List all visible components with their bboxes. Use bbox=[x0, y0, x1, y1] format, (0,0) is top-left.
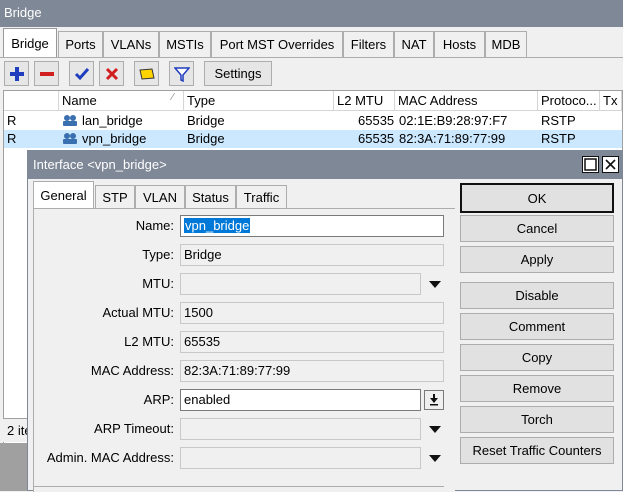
l2mtu-label: L2 MTU: bbox=[124, 334, 174, 349]
row-protocol: RSTP bbox=[541, 113, 576, 128]
bridge-icon bbox=[62, 114, 78, 130]
close-button[interactable] bbox=[602, 156, 619, 173]
window-title: Bridge bbox=[0, 0, 623, 27]
comment-button[interactable] bbox=[134, 61, 159, 86]
mac-address-field: 82:3A:71:89:77:99 bbox=[180, 360, 444, 382]
row-mac: 82:3A:71:89:77:99 bbox=[399, 131, 506, 146]
mtu-field[interactable] bbox=[180, 273, 421, 295]
x-icon bbox=[105, 67, 118, 80]
row-flag: R bbox=[7, 131, 17, 146]
dialog-title: Interface <vpn_bridge> bbox=[28, 151, 622, 179]
copy-button[interactable]: Copy bbox=[460, 344, 614, 371]
chevron-down-icon[interactable] bbox=[427, 422, 443, 438]
cancel-button[interactable]: Cancel bbox=[460, 215, 614, 242]
tab-filters[interactable]: Filters bbox=[343, 31, 394, 57]
tab-traffic[interactable]: Traffic bbox=[236, 185, 287, 209]
arp-dropdown-button[interactable] bbox=[424, 390, 444, 410]
table-row[interactable]: R lan_bridge Bridge 65535 02:1E:B9:28:97… bbox=[4, 112, 622, 130]
check-icon bbox=[74, 67, 89, 80]
remove-button[interactable] bbox=[34, 61, 59, 86]
torch-button[interactable]: Torch bbox=[460, 406, 614, 433]
mtu-label: MTU: bbox=[142, 276, 174, 291]
bridge-icon bbox=[62, 132, 78, 148]
name-value: vpn_bridge bbox=[184, 218, 251, 233]
maximize-button[interactable] bbox=[582, 156, 599, 173]
name-label: Name: bbox=[135, 218, 174, 233]
tab-mdb[interactable]: MDB bbox=[485, 31, 527, 57]
tab-vlan[interactable]: VLAN bbox=[135, 185, 185, 209]
dropdown-arrow-icon bbox=[430, 394, 438, 406]
chevron-down-icon[interactable] bbox=[427, 451, 443, 467]
arp-select[interactable]: enabled bbox=[180, 389, 421, 411]
general-panel: Name: vpn_bridge Type: Bridge MTU: Actua… bbox=[33, 209, 455, 492]
column-header-l2mtu[interactable]: L2 MTU bbox=[334, 91, 395, 111]
row-l2mtu: 65535 bbox=[358, 131, 395, 146]
arp-timeout-label: ARP Timeout: bbox=[94, 421, 174, 436]
panel-divider bbox=[34, 486, 444, 487]
close-icon bbox=[605, 159, 616, 170]
comment-interface-button[interactable]: Comment bbox=[460, 313, 614, 340]
disable-interface-button[interactable]: Disable bbox=[460, 282, 614, 309]
column-header-flags[interactable] bbox=[4, 91, 59, 111]
actual-mtu-label: Actual MTU: bbox=[102, 305, 174, 320]
tab-status[interactable]: Status bbox=[185, 185, 236, 209]
row-l2mtu: 65535 bbox=[358, 113, 395, 128]
plus-icon bbox=[9, 66, 24, 81]
tab-general[interactable]: General bbox=[33, 181, 94, 209]
toolbar: Settings bbox=[0, 58, 623, 89]
filter-icon bbox=[173, 66, 190, 82]
ok-button[interactable]: OK bbox=[460, 183, 614, 213]
note-icon bbox=[138, 67, 155, 80]
tab-mstis[interactable]: MSTIs bbox=[159, 31, 211, 57]
column-header-mac[interactable]: MAC Address bbox=[395, 91, 538, 111]
row-protocol: RSTP bbox=[541, 131, 576, 146]
tab-bar: Bridge Ports VLANs MSTIs Port MST Overri… bbox=[0, 27, 623, 58]
tab-port-mst-overrides[interactable]: Port MST Overrides bbox=[211, 31, 343, 57]
minus-icon bbox=[39, 71, 54, 76]
row-mac: 02:1E:B9:28:97:F7 bbox=[399, 113, 508, 128]
table-row[interactable]: R vpn_bridge Bridge 65535 82:3A:71:89:77… bbox=[4, 130, 622, 148]
row-type: Bridge bbox=[187, 113, 225, 128]
row-type: Bridge bbox=[187, 131, 225, 146]
disable-button[interactable] bbox=[99, 61, 124, 86]
column-header-protocol[interactable]: Protoco... bbox=[538, 91, 600, 111]
tab-ports[interactable]: Ports bbox=[58, 31, 103, 57]
tab-nat[interactable]: NAT bbox=[394, 31, 434, 57]
row-name: lan_bridge bbox=[82, 113, 143, 128]
mac-address-label: MAC Address: bbox=[90, 363, 174, 378]
tab-stp[interactable]: STP bbox=[95, 185, 135, 209]
admin-mac-label: Admin. MAC Address: bbox=[46, 450, 174, 465]
arp-label: ARP: bbox=[143, 392, 174, 407]
column-header-tx[interactable]: Tx bbox=[600, 91, 622, 111]
background-area bbox=[0, 443, 30, 491]
column-header-name[interactable]: Name ⁄ bbox=[59, 91, 184, 111]
actual-mtu-field: 1500 bbox=[180, 302, 444, 324]
column-header-name-label: Name bbox=[62, 93, 97, 108]
remove-interface-button[interactable]: Remove bbox=[460, 375, 614, 402]
reset-traffic-counters-button[interactable]: Reset Traffic Counters bbox=[460, 437, 614, 464]
filter-button[interactable] bbox=[169, 61, 194, 86]
tab-bridge[interactable]: Bridge bbox=[3, 28, 57, 58]
sort-icon: ⁄ bbox=[172, 92, 174, 103]
tab-vlans[interactable]: VLANs bbox=[103, 31, 159, 57]
chevron-down-icon[interactable] bbox=[427, 277, 443, 293]
interface-dialog: Interface <vpn_bridge> General STP VLAN … bbox=[27, 150, 623, 492]
column-header-type[interactable]: Type bbox=[184, 91, 334, 111]
tab-hosts[interactable]: Hosts bbox=[434, 31, 485, 57]
apply-button[interactable]: Apply bbox=[460, 246, 614, 273]
row-flag: R bbox=[7, 113, 17, 128]
maximize-icon bbox=[584, 158, 597, 171]
row-name: vpn_bridge bbox=[82, 131, 147, 146]
add-button[interactable] bbox=[4, 61, 29, 86]
enable-button[interactable] bbox=[69, 61, 94, 86]
settings-button[interactable]: Settings bbox=[204, 61, 272, 86]
name-field[interactable]: vpn_bridge bbox=[180, 215, 444, 237]
type-label: Type: bbox=[142, 247, 174, 262]
admin-mac-field[interactable] bbox=[180, 447, 421, 469]
arp-timeout-field[interactable] bbox=[180, 418, 421, 440]
type-field: Bridge bbox=[180, 244, 444, 266]
l2mtu-field: 65535 bbox=[180, 331, 444, 353]
